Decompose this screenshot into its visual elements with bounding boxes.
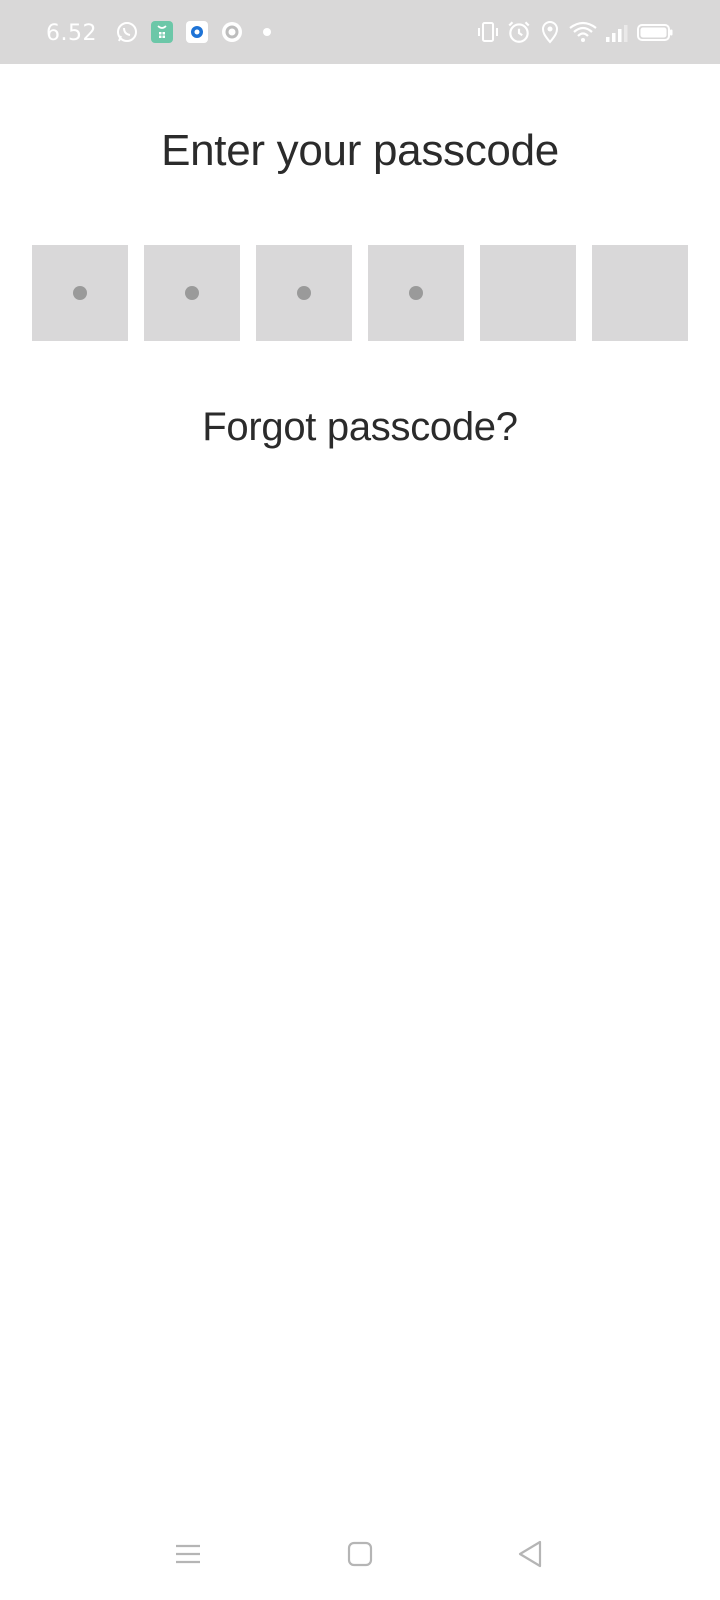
home-button[interactable] [338, 1534, 382, 1578]
app-notification-icon [150, 20, 175, 45]
menu-button[interactable] [166, 1534, 210, 1578]
status-bar-right [476, 19, 674, 45]
passcode-box [368, 245, 464, 341]
status-bar: 6.52 [0, 0, 720, 64]
status-time: 6.52 [46, 20, 97, 46]
passcode-box [32, 245, 128, 341]
page-title: Enter your passcode [161, 126, 559, 175]
blue-app-icon [185, 20, 210, 45]
passcode-box [256, 245, 352, 341]
passcode-input[interactable] [32, 245, 688, 341]
signal-icon [604, 20, 630, 44]
passcode-box [592, 245, 688, 341]
more-dot-icon [255, 20, 280, 45]
passcode-dot [73, 286, 87, 300]
battery-icon [636, 20, 674, 44]
forgot-passcode-link[interactable]: Forgot passcode? [0, 405, 720, 450]
status-bar-left: 6.52 [46, 19, 290, 46]
vibrate-icon [476, 20, 500, 44]
wifi-icon [568, 20, 598, 44]
menu-icon [173, 1539, 203, 1574]
passcode-box [480, 245, 576, 341]
back-button[interactable] [508, 1534, 552, 1578]
home-icon [345, 1539, 375, 1574]
alarm-icon [506, 19, 532, 45]
ring-app-icon [220, 20, 245, 45]
passcode-dot [185, 286, 199, 300]
system-nav-bar [0, 1520, 720, 1590]
passcode-dot [297, 286, 311, 300]
back-icon [515, 1539, 545, 1574]
whatsapp-icon [115, 20, 140, 45]
location-icon [538, 20, 562, 44]
passcode-box [144, 245, 240, 341]
passcode-dot [409, 286, 423, 300]
